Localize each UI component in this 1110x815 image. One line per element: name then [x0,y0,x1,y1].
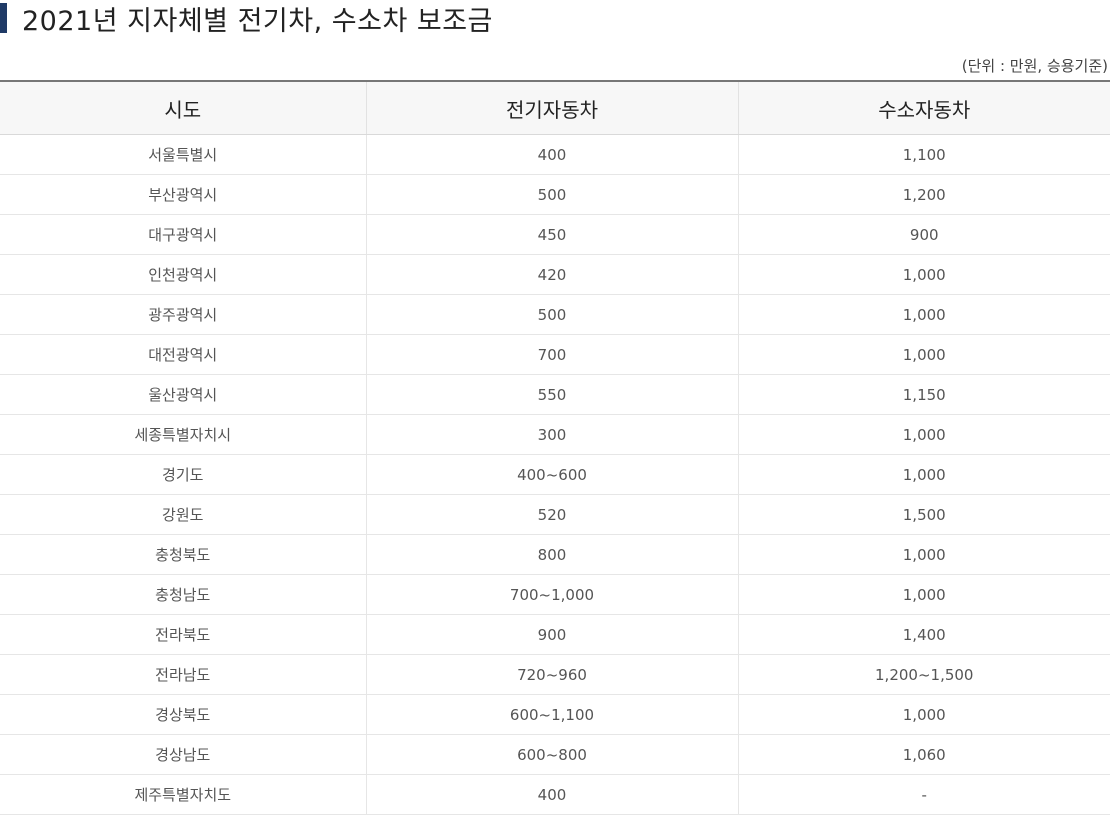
header-electric-vehicle: 전기자동차 [366,81,739,135]
region-cell: 충청북도 [0,534,367,575]
region-cell: 인천광역시 [0,254,367,295]
table-row: 전라남도 720~960 1,200~1,500 [0,654,1110,695]
table-row: 대전광역시 700 1,000 [0,334,1110,375]
region-cell: 경상북도 [0,694,367,735]
page-title: 2021년 지자체별 전기차, 수소차 보조금 [22,5,493,37]
region-cell: 제주특별자치도 [0,774,367,815]
title-bar: 2021년 지자체별 전기차, 수소차 보조금 [0,0,493,37]
electric-subsidy-cell: 500 [366,294,739,335]
electric-subsidy-cell: 700 [366,334,739,375]
table-row: 충청남도 700~1,000 1,000 [0,574,1110,615]
table-row: 경상남도 600~800 1,060 [0,734,1110,775]
electric-subsidy-cell: 550 [366,374,739,415]
electric-subsidy-cell: 700~1,000 [366,574,739,615]
hydrogen-subsidy-cell: 1,000 [738,254,1110,295]
hydrogen-subsidy-cell: 1,000 [738,574,1110,615]
electric-subsidy-cell: 400 [366,134,739,175]
table-row: 경상북도 600~1,100 1,000 [0,694,1110,735]
hydrogen-subsidy-cell: 1,150 [738,374,1110,415]
table-row: 서울특별시 400 1,100 [0,134,1110,175]
table-row: 세종특별자치시 300 1,000 [0,414,1110,455]
electric-subsidy-cell: 420 [366,254,739,295]
table-row: 인천광역시 420 1,000 [0,254,1110,295]
region-cell: 부산광역시 [0,174,367,215]
electric-subsidy-cell: 600~800 [366,734,739,775]
table-row: 울산광역시 550 1,150 [0,374,1110,415]
subsidy-table: 시도 전기자동차 수소자동차 서울특별시 400 1,100 부산광역시 500… [0,80,1110,815]
hydrogen-subsidy-cell: 1,200 [738,174,1110,215]
region-cell: 서울특별시 [0,134,367,175]
table-row: 강원도 520 1,500 [0,494,1110,535]
electric-subsidy-cell: 500 [366,174,739,215]
hydrogen-subsidy-cell: 1,200~1,500 [738,654,1110,695]
electric-subsidy-cell: 400~600 [366,454,739,495]
header-hydrogen-vehicle: 수소자동차 [738,81,1110,135]
hydrogen-subsidy-cell: 1,000 [738,294,1110,335]
hydrogen-subsidy-cell: 900 [738,214,1110,255]
unit-note: (단위 : 만원, 승용기준) [961,57,1108,75]
header-region: 시도 [0,81,367,135]
electric-subsidy-cell: 300 [366,414,739,455]
table-row: 경기도 400~600 1,000 [0,454,1110,495]
table-header-row: 시도 전기자동차 수소자동차 [0,81,1110,135]
hydrogen-subsidy-cell: 1,100 [738,134,1110,175]
hydrogen-subsidy-cell: 1,400 [738,614,1110,655]
hydrogen-subsidy-cell: 1,500 [738,494,1110,535]
electric-subsidy-cell: 400 [366,774,739,815]
table-row: 부산광역시 500 1,200 [0,174,1110,215]
region-cell: 광주광역시 [0,294,367,335]
region-cell: 강원도 [0,494,367,535]
table-row: 전라북도 900 1,400 [0,614,1110,655]
electric-subsidy-cell: 600~1,100 [366,694,739,735]
region-cell: 경상남도 [0,734,367,775]
hydrogen-subsidy-cell: 1,060 [738,734,1110,775]
table-body: 서울특별시 400 1,100 부산광역시 500 1,200 대구광역시 45… [0,134,1110,815]
hydrogen-subsidy-cell: 1,000 [738,334,1110,375]
title-accent-bar [0,3,7,33]
region-cell: 전라남도 [0,654,367,695]
region-cell: 충청남도 [0,574,367,615]
electric-subsidy-cell: 900 [366,614,739,655]
table-row: 충청북도 800 1,000 [0,534,1110,575]
region-cell: 울산광역시 [0,374,367,415]
region-cell: 전라북도 [0,614,367,655]
electric-subsidy-cell: 520 [366,494,739,535]
table-row: 광주광역시 500 1,000 [0,294,1110,335]
region-cell: 대전광역시 [0,334,367,375]
hydrogen-subsidy-cell: 1,000 [738,534,1110,575]
region-cell: 세종특별자치시 [0,414,367,455]
electric-subsidy-cell: 450 [366,214,739,255]
electric-subsidy-cell: 800 [366,534,739,575]
region-cell: 대구광역시 [0,214,367,255]
hydrogen-subsidy-cell: 1,000 [738,414,1110,455]
table-row: 제주특별자치도 400 - [0,774,1110,815]
region-cell: 경기도 [0,454,367,495]
hydrogen-subsidy-cell: - [738,774,1110,815]
hydrogen-subsidy-cell: 1,000 [738,694,1110,735]
hydrogen-subsidy-cell: 1,000 [738,454,1110,495]
table-row: 대구광역시 450 900 [0,214,1110,255]
electric-subsidy-cell: 720~960 [366,654,739,695]
